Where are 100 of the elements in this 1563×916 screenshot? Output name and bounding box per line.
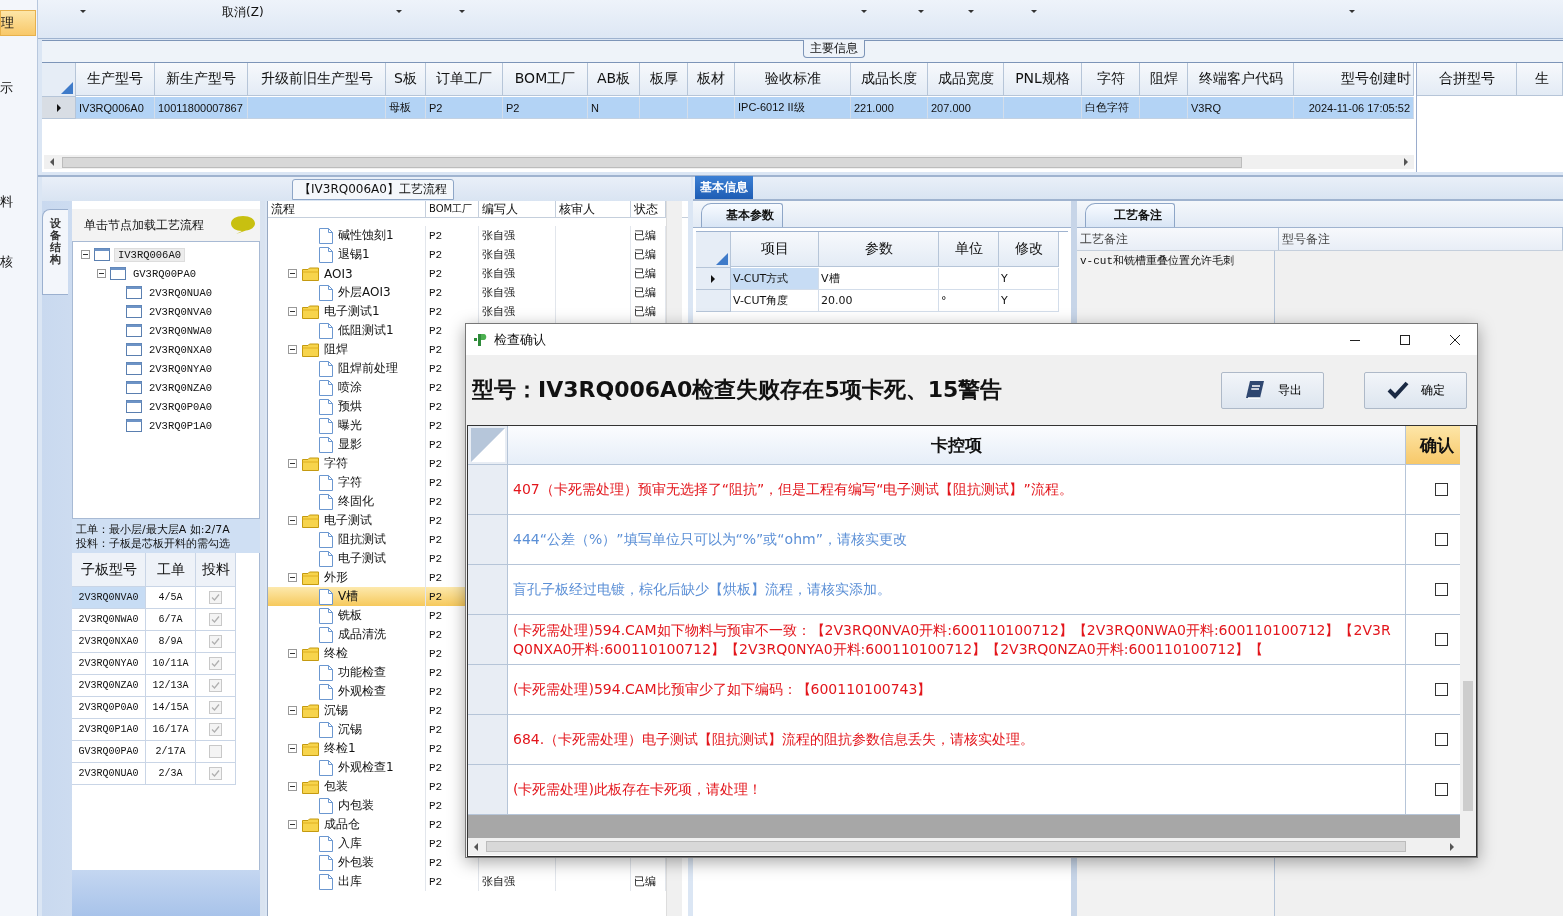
node-label: 成品仓 [324,816,360,833]
table-cell: P2 [429,343,443,356]
table-cell: P2 [429,248,443,261]
table-cell: 4/5A [146,587,196,609]
table-cell: 20.00 [819,290,939,312]
node-label: 曝光 [338,417,362,434]
panel-title: 【IV3RQ006A0】工艺流程 [292,179,454,200]
node-label: 终检 [324,645,348,662]
node-label: 外层AOI3 [338,284,391,301]
dialog-title: 检查确认 [494,330,546,349]
table-cell: P2 [506,101,520,114]
node-label: 铣板 [338,607,362,624]
node-label: 出库 [338,873,362,890]
node-label: V槽 [338,588,359,605]
node-label: 外观检查1 [338,759,394,776]
table-cell-text: 张自强 [482,248,515,262]
table-cell: P2 [429,476,443,489]
table-cell: P2 [429,628,443,641]
note-text: 投料：子板是芯板开料的需勾选 [76,537,231,551]
node-label: 沉锡 [338,721,362,738]
node-label: 阻抗测试 [338,531,386,548]
table-cell: P2 [429,590,443,603]
table-cell: P2 [429,875,443,888]
table-cell: P2 [429,552,443,565]
node-label: 电子测试 [338,550,386,567]
node-label: 沉锡 [324,702,348,719]
check-message: 407（卡死需处理）预审无选择了“阻抗”，但是工程有编写“电子测试【阻抗测试】”流程。 [513,480,1073,499]
table-cell-text: 张自强 [482,875,515,889]
table-cell-text: 已编 [634,267,656,281]
table-cell: 6/7A [146,609,196,631]
table-cell: P2 [429,362,443,375]
table-cell: V槽 [819,268,939,290]
table-cell: P2 [429,856,443,869]
table-cell: P2 [429,400,443,413]
node-label: 电子测试1 [324,303,380,320]
table-cell: P2 [429,514,443,527]
table-cell: P2 [429,286,443,299]
table-cell-text: 张自强 [482,286,515,300]
node-label: 显影 [338,436,362,453]
table-cell: ° [939,290,999,312]
table-cell: IV3RQ006A0 [79,101,144,114]
table-cell: 白色字符 [1085,100,1129,115]
node-label: AOI3 [324,266,353,281]
node-label: 终检1 [324,740,356,757]
table-cell: P2 [429,324,443,337]
check-message: 444“公差（%）”填写单位只可以为“%”或“ohm”，请核实更改 [513,530,907,549]
node-label: 电子测试 [324,512,372,529]
node-label: 碱性蚀刻1 [338,227,394,244]
node-label: 内包装 [338,797,374,814]
table-cell: P2 [429,704,443,717]
node-label: 字符 [338,474,362,491]
table-cell: P2 [429,438,443,451]
table-cell: P2 [429,723,443,736]
group-title: 主要信息 [803,40,865,58]
node-label: 终固化 [338,493,374,510]
table-cell: V3RQ [1191,101,1221,114]
hint-text: 单击节点加载工艺流程 [84,216,204,234]
node-label: 外包装 [338,854,374,871]
table-cell: P2 [429,685,443,698]
node-label: 外形 [324,569,348,586]
note-text: 工单：最小层/最大层A 如:2/7A [76,523,231,537]
table-cell: 207.000 [931,101,971,114]
table-cell: 221.000 [854,101,894,114]
node-label: 预烘 [338,398,362,415]
check-message: 684.（卡死需处理）电子测试【阻抗测试】流程的阻抗参数信息丢失，请核实处理。 [513,730,1035,749]
table-cell: 10011800007867 [158,101,243,114]
table-cell: P2 [429,647,443,660]
table-cell: P2 [429,571,443,584]
table-cell: 2/3A [146,763,196,785]
table-cell-text: 已编 [634,286,656,300]
table-cell: IPC-6012 II级 [738,100,805,115]
node-label: 阻焊 [324,341,348,358]
table-cell: P2 [429,457,443,470]
table-cell: P2 [429,780,443,793]
table-cell: 16/17A [146,719,196,741]
table-cell-text: 已编 [634,305,656,319]
table-cell: 母板 [389,100,411,115]
table-cell: 10/11A [146,653,196,675]
table-cell: P2 [429,799,443,812]
table-cell: P2 [429,666,443,679]
check-message: (卡死需处理)594.CAM比预审少了如下编码：【600110100743】 [513,680,932,699]
node-label: 字符 [324,455,348,472]
table-cell: P2 [429,742,443,755]
table-cell: P2 [429,837,443,850]
node-label: 外观检查 [338,683,386,700]
check-message: 盲孔子板经过电镀，棕化后缺少【烘板】流程，请核实添加。 [513,580,891,599]
table-cell: P2 [429,305,443,318]
table-cell: 12/13A [146,675,196,697]
table-cell: P2 [429,533,443,546]
table-cell: 14/15A [146,697,196,719]
table-cell-text: 已编 [634,229,656,243]
node-label: 低阻测试1 [338,322,394,339]
table-cell: P2 [429,818,443,831]
table-cell-text: 张自强 [482,229,515,243]
table-cell: P2 [429,381,443,394]
node-label: 入库 [338,835,362,852]
node-label: 退锡1 [338,246,370,263]
check-message: (卡死需处理)此板存在卡死项，请处理！ [513,780,762,799]
table-cell: N [591,101,599,114]
table-cell: 8/9A [146,631,196,653]
